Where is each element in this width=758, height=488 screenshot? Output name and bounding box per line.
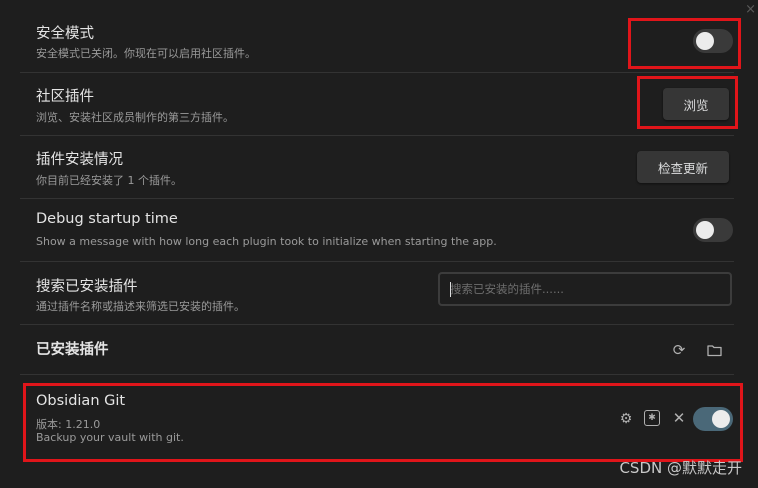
setting-description: Show a message with how long each plugin… [36,235,497,248]
divider [20,198,734,199]
folder-icon[interactable] [705,341,723,359]
divider [20,72,734,73]
setting-description: 通过插件名称或描述来筛选已安装的插件。 [36,300,245,313]
setting-title: 搜索已安装插件 [36,279,138,295]
setting-description: 安全模式已关闭。你现在可以启用社区插件。 [36,47,256,60]
setting-title: Debug startup time [36,211,178,227]
setting-title: 插件安装情况 [36,152,123,168]
highlight-box [628,18,741,69]
search-box [438,272,732,306]
setting-title: 安全模式 [36,26,94,42]
divider [20,261,734,262]
check-updates-button[interactable]: 检查更新 [637,151,729,183]
setting-description: 浏览、安装社区成员制作的第三方插件。 [36,111,234,124]
reload-icon[interactable]: ⟳ [670,341,688,359]
text-caret [450,282,451,297]
highlight-box [637,76,738,129]
setting-title: 社区插件 [36,89,94,105]
highlight-box [23,383,743,462]
watermark: CSDN @默默走开 [619,459,742,477]
search-input[interactable] [440,274,730,304]
divider [20,135,734,136]
toggle-knob [696,221,714,239]
close-icon[interactable]: × [745,2,756,17]
setting-description: 你目前已经安装了 1 个插件。 [36,174,182,187]
divider [20,374,734,375]
divider [20,324,734,325]
debug-startup-toggle[interactable] [693,218,733,242]
section-heading: 已安装插件 [36,342,109,358]
